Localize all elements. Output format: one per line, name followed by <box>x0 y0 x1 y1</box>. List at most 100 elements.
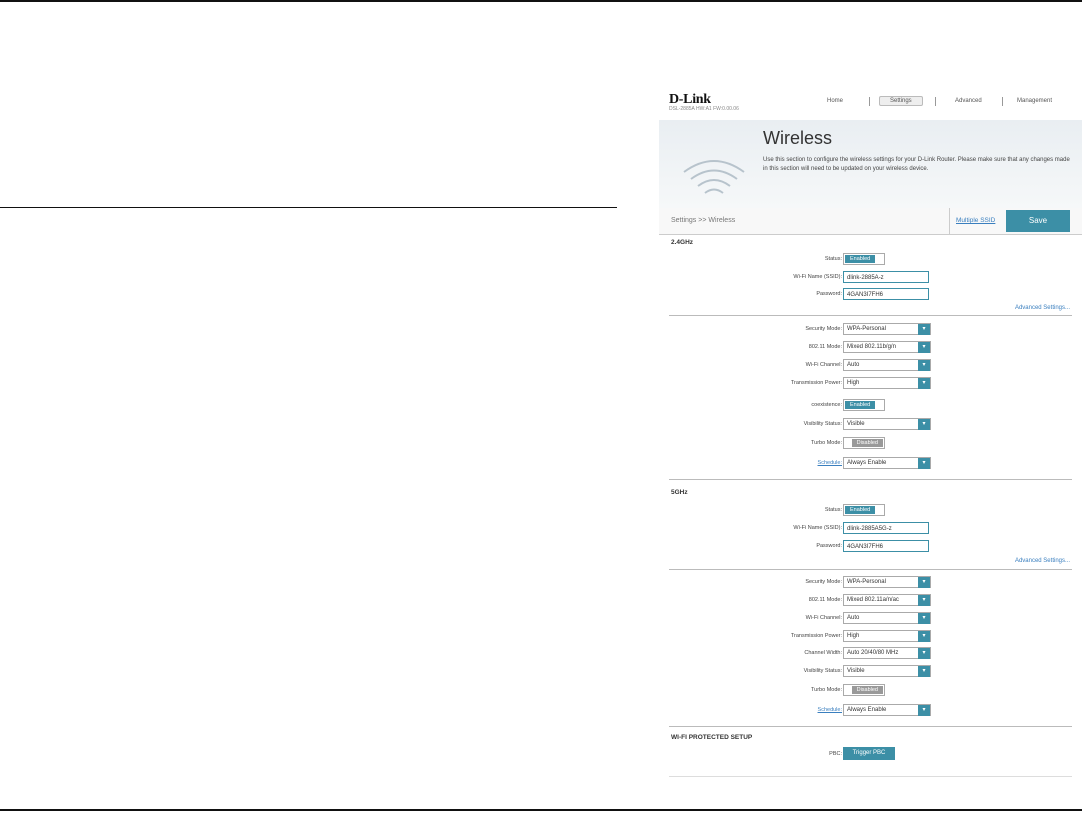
section-divider <box>669 315 1072 316</box>
power-label: Transmission Power: <box>790 380 842 386</box>
top-rule <box>0 0 1082 2</box>
mode-select[interactable]: Mixed 802.11b/g/n ▾ <box>843 341 931 353</box>
toggle-knob: Enabled <box>845 401 876 409</box>
ssid-input[interactable]: dlink-2885A-z <box>843 271 929 283</box>
nav-advanced[interactable]: Advanced <box>955 98 982 104</box>
multiple-ssid-link[interactable]: Multiple SSID <box>956 217 995 224</box>
select-value: WPA-Personal <box>847 326 886 332</box>
select-value: High <box>847 380 860 386</box>
schedule-link[interactable]: Schedule: <box>818 707 842 713</box>
power-select[interactable]: High ▾ <box>843 630 931 642</box>
status-label: Status: <box>824 507 842 513</box>
section-divider <box>669 726 1072 727</box>
power-label: Transmission Power: <box>790 633 842 639</box>
nav-settings[interactable]: Settings <box>879 96 923 106</box>
channel-label: Wi-Fi Channel: <box>805 362 842 368</box>
page-title: Wireless <box>763 128 833 148</box>
chevron-down-icon: ▾ <box>918 378 930 389</box>
advanced-settings-link[interactable]: Advanced Settings... <box>1015 558 1070 564</box>
select-value: Auto 20/40/80 MHz <box>847 650 899 656</box>
select-value: Always Enable <box>847 707 887 713</box>
breadcrumb: Settings >> Wireless <box>671 217 736 224</box>
multiple-ssid-tab[interactable]: Multiple SSID <box>949 208 1006 234</box>
security-mode-select[interactable]: WPA-Personal ▾ <box>843 576 931 588</box>
status-toggle[interactable]: Enabled <box>843 504 885 516</box>
visibility-select[interactable]: Visible ▾ <box>843 418 931 430</box>
chevron-down-icon: ▾ <box>918 360 930 371</box>
page-description: Use this section to configure the wirele… <box>763 157 1070 172</box>
channel-label: Wi-Fi Channel: <box>805 615 842 621</box>
page-banner: Wireless Use this section to configure t… <box>659 120 1082 208</box>
breadcrumb-bar: Settings >> Wireless Multiple SSID Save <box>659 208 1082 235</box>
status-toggle[interactable]: Enabled <box>843 253 885 265</box>
toggle-knob: Disabled <box>851 686 883 694</box>
mode-select[interactable]: Mixed 802.11a/n/ac ▾ <box>843 594 931 606</box>
wifi-icon <box>683 160 745 194</box>
ssid-label: Wi-Fi Name (SSID): <box>793 274 842 280</box>
save-button[interactable]: Save <box>1006 210 1070 232</box>
schedule-select[interactable]: Always Enable ▾ <box>843 457 931 469</box>
password-input[interactable]: 4GAN3I7FH6 <box>843 540 929 552</box>
schedule-select[interactable]: Always Enable ▾ <box>843 704 931 716</box>
turbo-mode-toggle[interactable]: Disabled <box>843 437 885 449</box>
select-value: High <box>847 633 860 639</box>
coexistence-label: coexistence: <box>811 402 842 408</box>
select-value: Always Enable <box>847 460 887 466</box>
toggle-knob: Enabled <box>845 255 876 263</box>
trigger-pbc-button[interactable]: Trigger PBC <box>843 747 895 760</box>
toggle-knob: Disabled <box>851 439 883 447</box>
mode-label: 802.11 Mode: <box>808 344 842 350</box>
section-divider <box>669 479 1072 480</box>
channel-width-label: Channel Width: <box>804 650 842 656</box>
header: D-Link DSL-2885A HW:A1 FW:0.00.06 Home S… <box>659 86 1082 120</box>
chevron-down-icon: ▾ <box>918 595 930 606</box>
password-label: Password: <box>816 543 842 549</box>
schedule-link[interactable]: Schedule: <box>818 460 842 466</box>
nav-separator <box>869 97 870 106</box>
visibility-select[interactable]: Visible ▾ <box>843 665 931 677</box>
visibility-label: Visibility Status: <box>803 668 842 674</box>
select-value: Auto <box>847 362 860 368</box>
chevron-down-icon: ▾ <box>918 666 930 677</box>
password-label: Password: <box>816 291 842 297</box>
nav-home[interactable]: Home <box>827 98 843 104</box>
password-input[interactable]: 4GAN3I7FH6 <box>843 288 929 300</box>
ssid-label: Wi-Fi Name (SSID): <box>793 525 842 531</box>
chevron-down-icon: ▾ <box>918 631 930 642</box>
toggle-knob: Enabled <box>845 506 876 514</box>
nav-separator <box>935 97 936 106</box>
router-screenshot: D-Link DSL-2885A HW:A1 FW:0.00.06 Home S… <box>659 86 1082 786</box>
chevron-down-icon: ▾ <box>918 324 930 335</box>
chevron-down-icon: ▾ <box>918 613 930 624</box>
advanced-settings-link[interactable]: Advanced Settings... <box>1015 305 1070 311</box>
select-value: Auto <box>847 615 860 621</box>
ssid-input[interactable]: dlink-2885A5G-z <box>843 522 929 534</box>
model-info: DSL-2885A HW:A1 FW:0.00.06 <box>669 106 739 112</box>
coexistence-toggle[interactable]: Enabled <box>843 399 885 411</box>
security-mode-select[interactable]: WPA-Personal ▾ <box>843 323 931 335</box>
chevron-down-icon: ▾ <box>918 648 930 659</box>
chevron-down-icon: ▾ <box>918 419 930 430</box>
chevron-down-icon: ▾ <box>918 705 930 716</box>
mode-label: 802.11 Mode: <box>808 597 842 603</box>
section-title-5ghz: 5GHz <box>671 489 688 496</box>
channel-select[interactable]: Auto ▾ <box>843 359 931 371</box>
chevron-down-icon: ▾ <box>918 577 930 588</box>
bottom-rule <box>0 809 1082 811</box>
select-value: Mixed 802.11a/n/ac <box>847 597 899 603</box>
power-select[interactable]: High ▾ <box>843 377 931 389</box>
pbc-label: PBC: <box>829 751 842 757</box>
security-mode-label: Security Mode: <box>805 579 842 585</box>
select-value: WPA-Personal <box>847 579 886 585</box>
nav-separator <box>1002 97 1003 106</box>
section-title-2-4ghz: 2.4GHz <box>671 239 694 246</box>
channel-width-select[interactable]: Auto 20/40/80 MHz ▾ <box>843 647 931 659</box>
turbo-mode-label: Turbo Mode: <box>811 440 842 446</box>
security-mode-label: Security Mode: <box>805 326 842 332</box>
turbo-mode-toggle[interactable]: Disabled <box>843 684 885 696</box>
nav-management[interactable]: Management <box>1017 98 1052 104</box>
select-value: Visible <box>847 421 865 427</box>
chevron-down-icon: ▾ <box>918 458 930 469</box>
channel-select[interactable]: Auto ▾ <box>843 612 931 624</box>
status-label: Status: <box>824 256 842 262</box>
